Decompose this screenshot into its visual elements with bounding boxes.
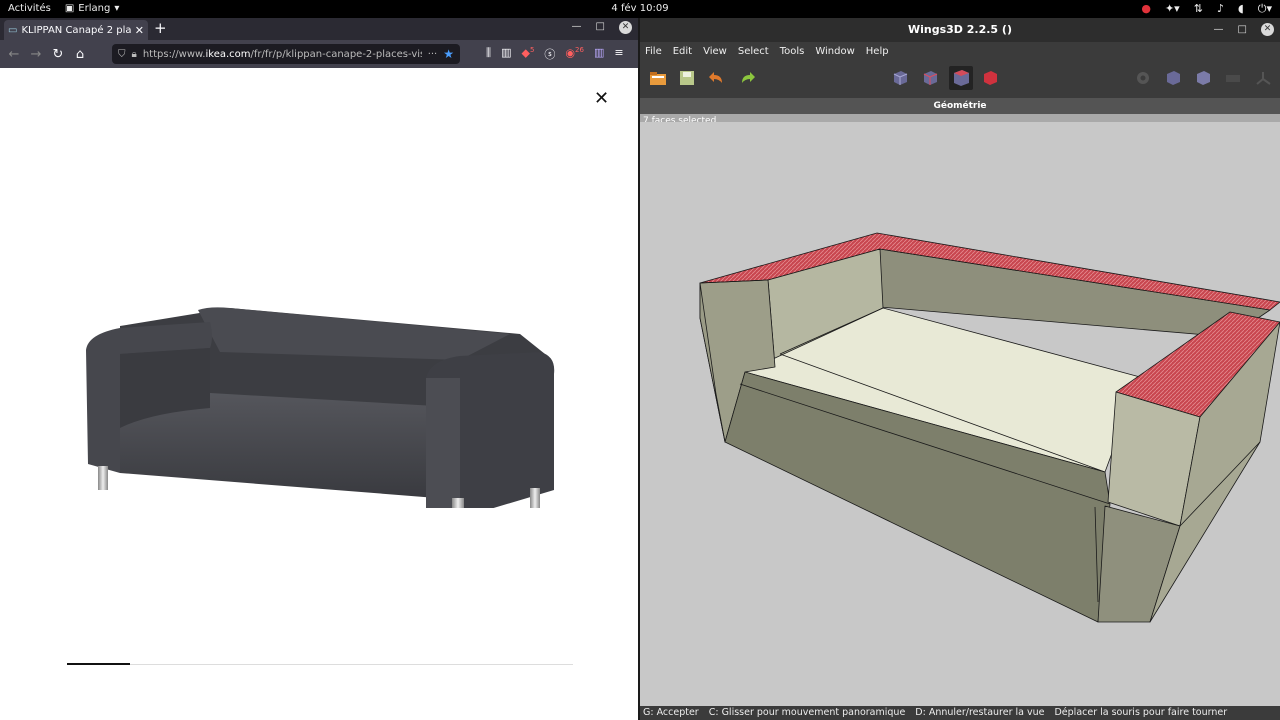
minimize-button[interactable]: — (1214, 18, 1224, 42)
axis-icon[interactable] (1254, 69, 1272, 87)
menu-help[interactable]: Help (866, 46, 889, 57)
tab-strip: ▭ KLIPPAN Canapé 2 places ✕ + — □ ✕ (0, 18, 638, 40)
sidebar-icon[interactable]: ▥ (501, 46, 511, 62)
menu-select[interactable]: Select (738, 46, 769, 57)
network-icon[interactable]: ⇅ (1194, 2, 1203, 16)
ikea-favicon-icon: ▭ (8, 24, 18, 36)
bookmark-star-icon[interactable]: ★ (443, 47, 454, 61)
home-button[interactable]: ⌂ (69, 47, 91, 62)
gnome-top-bar: Activités ▣ Erlang ▾ 4 fév 10:09 ● ✦▾ ⇅ … (0, 0, 1280, 18)
3d-viewport[interactable] (640, 122, 1280, 706)
hint-rotate: Déplacer la souris pour faire tourner (1054, 707, 1228, 718)
view-front-icon[interactable] (1164, 69, 1182, 87)
tab-klippan[interactable]: ▭ KLIPPAN Canapé 2 places ✕ (4, 20, 148, 40)
open-folder-icon[interactable] (649, 69, 667, 87)
body-mode-icon[interactable] (981, 69, 999, 87)
save-icon[interactable] (678, 69, 696, 87)
view-perspective-icon[interactable] (1194, 69, 1212, 87)
maximize-button[interactable]: □ (596, 21, 605, 34)
hint-accept: G: Accepter (643, 707, 699, 718)
gear-icon[interactable] (1134, 69, 1152, 87)
undo-icon[interactable] (708, 69, 726, 87)
menu-icon[interactable]: ≡ (614, 46, 623, 62)
firefox-window: ▭ KLIPPAN Canapé 2 places ✕ + — □ ✕ ← → … (0, 18, 638, 720)
face-mode-icon[interactable] (949, 66, 973, 90)
ublock-icon[interactable]: ◉26 (565, 46, 584, 62)
grid-icon[interactable] (1224, 69, 1242, 87)
vertex-mode-icon[interactable] (891, 69, 909, 87)
hint-reset-view: D: Annuler/restaurer la vue (915, 707, 1045, 718)
clock[interactable]: 4 fév 10:09 (0, 3, 1280, 14)
url-bar[interactable]: ⛉ 🔒︎ https://www.ikea.com/fr/fr/p/klippa… (112, 44, 460, 64)
close-modal-icon[interactable]: ✕ (594, 88, 609, 109)
window-title: Wings3D 2.2.5 () (908, 23, 1012, 36)
nav-bar: ← → ↻ ⌂ ⛉ 🔒︎ https://www.ikea.com/fr/fr/… (0, 40, 638, 68)
extension-s-icon[interactable]: ⓢ (544, 46, 555, 62)
hint-pan: C: Glisser pour mouvement panoramique (708, 707, 906, 718)
extension-bars-icon[interactable]: ▥ (594, 46, 604, 62)
gallery-progress-track (67, 663, 573, 665)
tab-close-icon[interactable]: ✕ (135, 24, 144, 37)
edge-mode-icon[interactable] (921, 69, 939, 87)
menu-window[interactable]: Window (815, 46, 854, 57)
menu-view[interactable]: View (703, 46, 727, 57)
forward-button[interactable]: → (25, 47, 47, 62)
library-icon[interactable]: ⫼ (486, 46, 491, 62)
window-title-bar: Wings3D 2.2.5 () — □ ✕ (640, 18, 1280, 42)
gallery-progress-fill (67, 663, 131, 665)
menu-file[interactable]: File (645, 46, 662, 57)
lock-icon[interactable]: 🔒︎ (132, 49, 137, 60)
sofa-product-image[interactable] (80, 248, 570, 528)
toolbar (640, 60, 1280, 98)
url-text[interactable]: https://www.ikea.com/fr/fr/p/klippan-can… (143, 49, 422, 60)
volume-icon[interactable]: ◖ (1238, 2, 1244, 16)
redo-icon[interactable] (738, 69, 756, 87)
close-window-button[interactable]: ✕ (1261, 23, 1274, 36)
back-button[interactable]: ← (3, 47, 25, 62)
geometry-panel-title: Géométrie (640, 98, 1280, 114)
record-icon[interactable]: ● (1141, 2, 1151, 16)
maximize-button[interactable]: □ (1238, 18, 1247, 42)
microphone-icon[interactable]: ♪ (1217, 2, 1224, 16)
menu-bar: File Edit View Select Tools Window Help (640, 42, 1280, 60)
extension-shield-icon[interactable]: ◆5 (521, 46, 534, 62)
menu-tools[interactable]: Tools (780, 46, 805, 57)
power-icon[interactable]: ⏻▾ (1258, 2, 1272, 16)
new-tab-button[interactable]: + (154, 19, 167, 37)
reload-button[interactable]: ↻ (47, 47, 69, 62)
minimize-button[interactable]: — (572, 21, 582, 34)
wings3d-window: Wings3D 2.2.5 () — □ ✕ File Edit View Se… (640, 18, 1280, 720)
tab-title: KLIPPAN Canapé 2 places (21, 24, 131, 36)
shield-icon[interactable]: ⛉ (118, 49, 126, 60)
info-line: G: Accepter C: Glisser pour mouvement pa… (640, 706, 1280, 720)
page-content: ✕ (0, 68, 638, 720)
page-actions-icon[interactable]: ··· (428, 49, 438, 60)
extensions-toolbar: ⫼ ▥ ◆5 ⓢ ◉26 ▥ ≡ (486, 46, 624, 62)
close-window-button[interactable]: ✕ (619, 21, 632, 34)
accessibility-icon[interactable]: ✦▾ (1165, 2, 1180, 16)
menu-edit[interactable]: Edit (673, 46, 692, 57)
